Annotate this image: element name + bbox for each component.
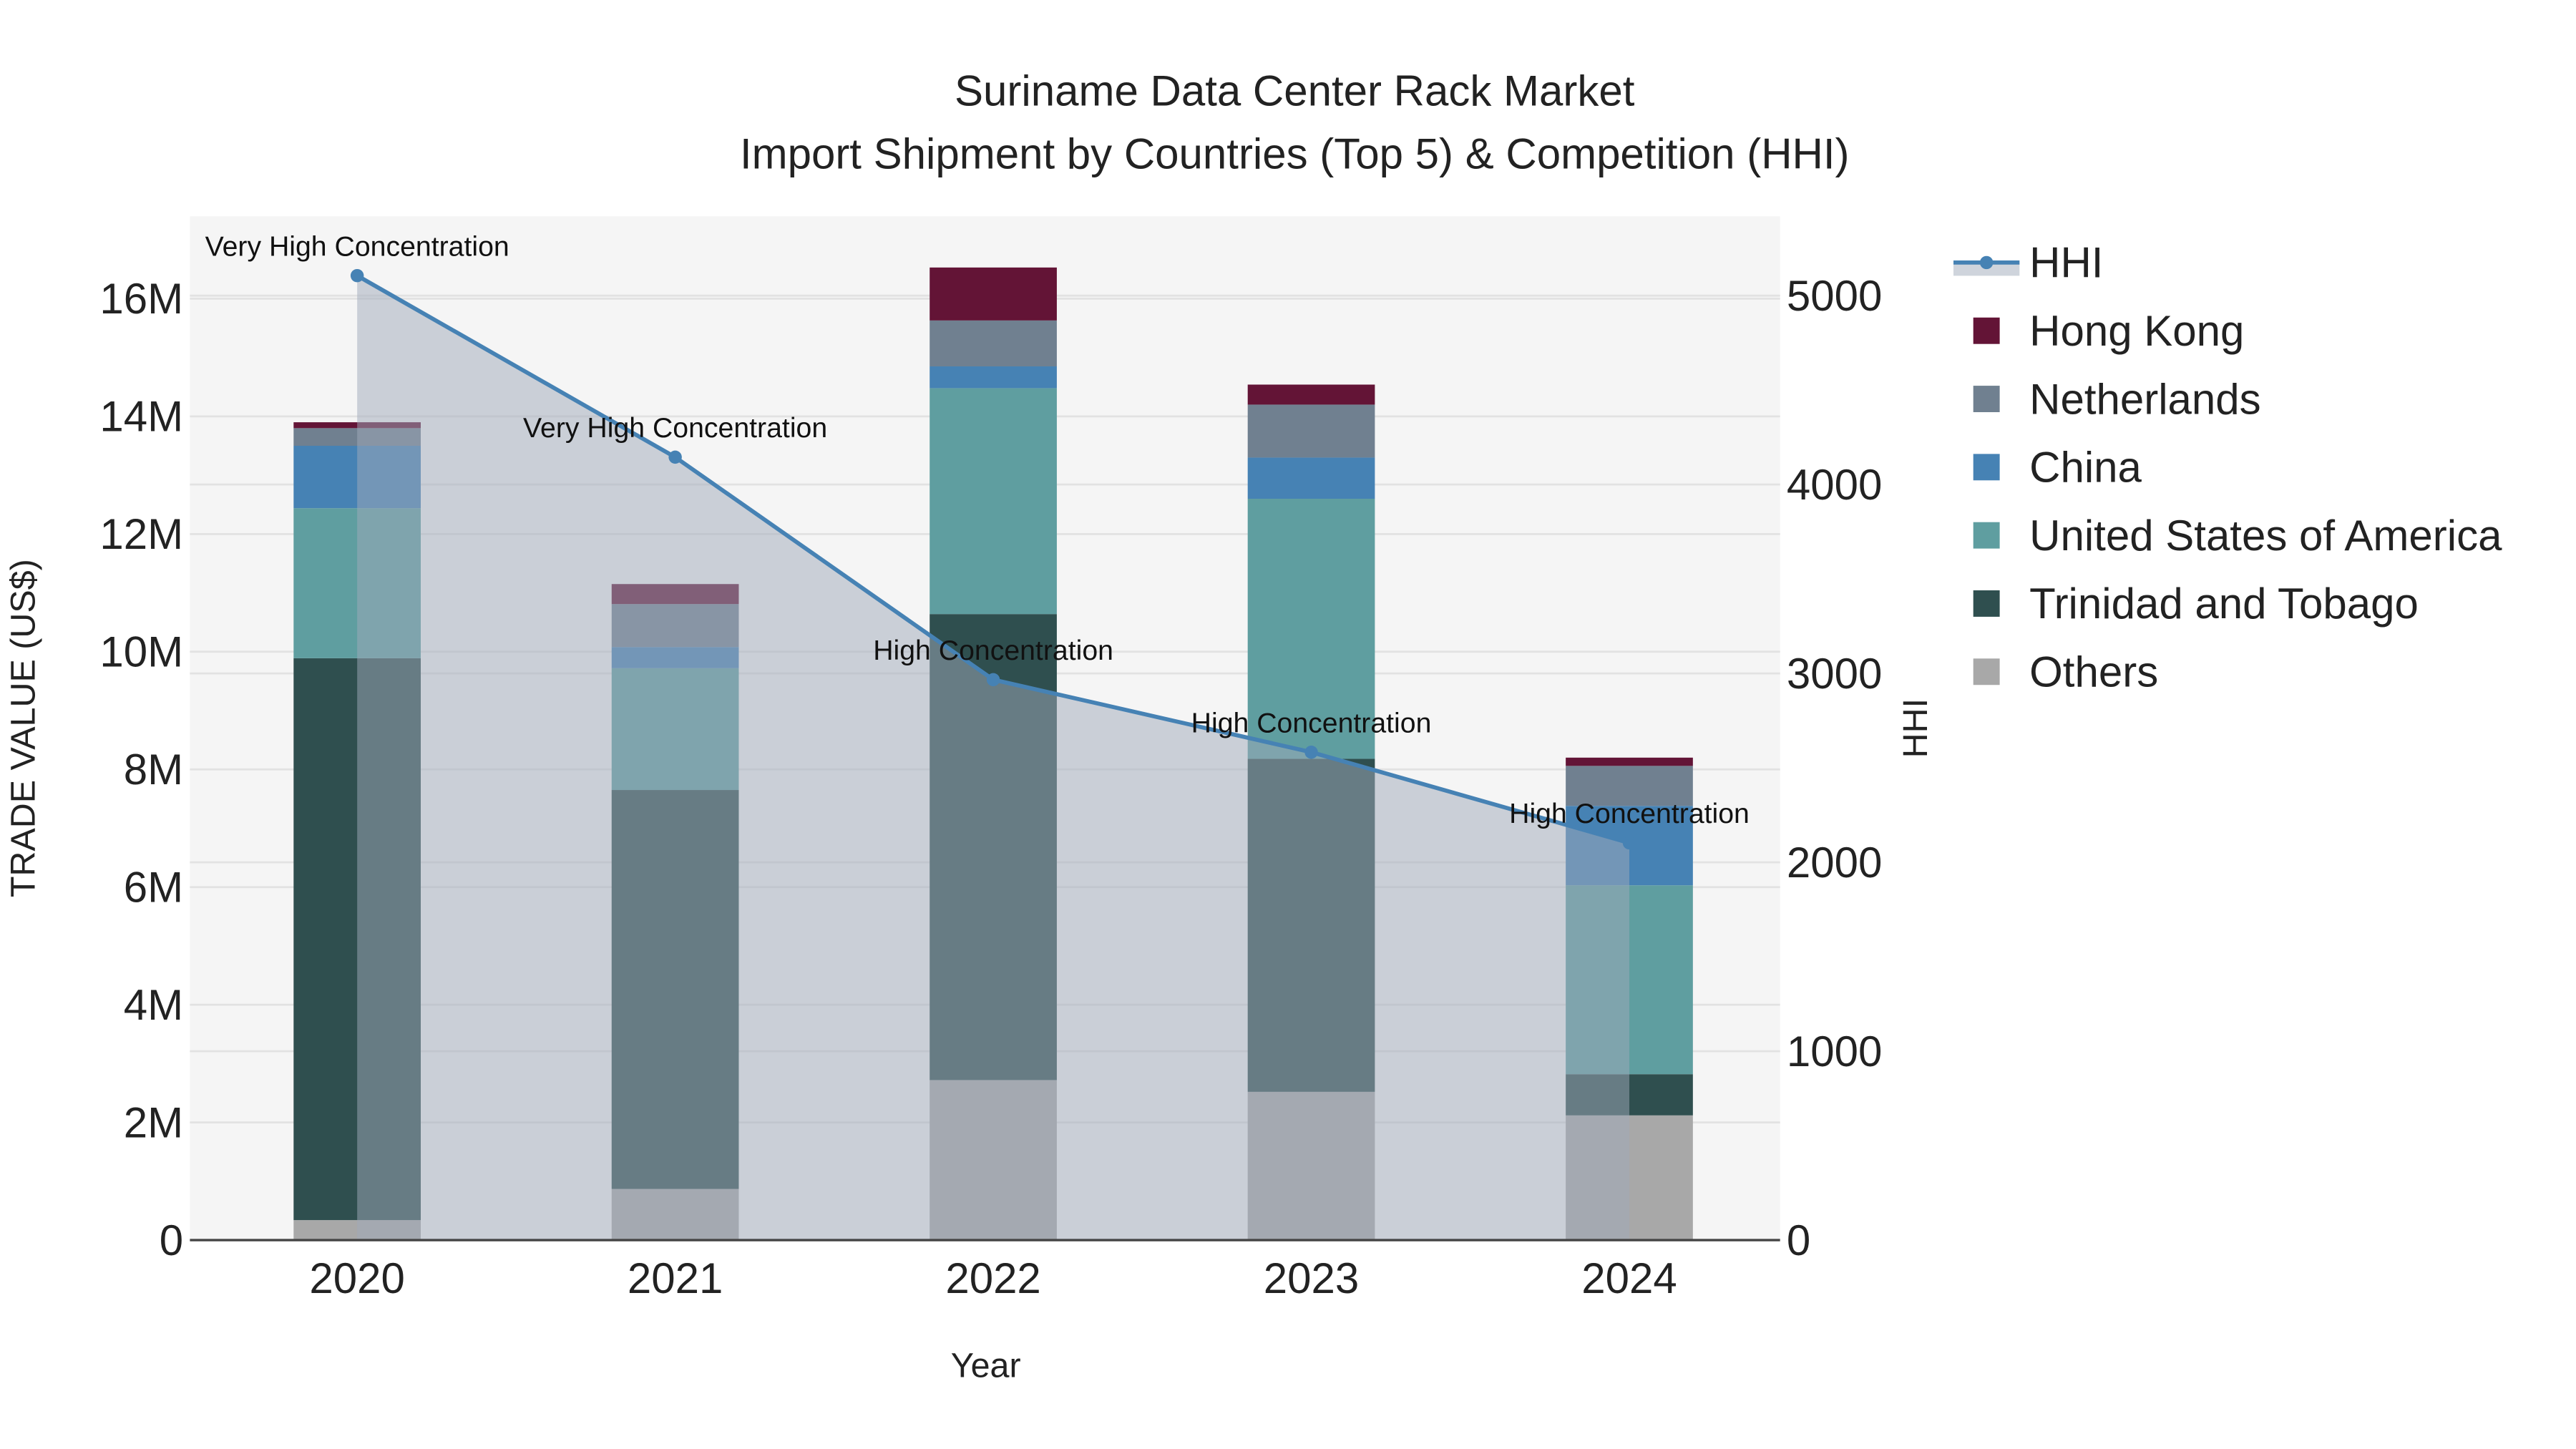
legend-label: Netherlands bbox=[2029, 375, 2261, 423]
hhi-annotation: Very High Concentration bbox=[523, 412, 827, 444]
hhi-point bbox=[1622, 836, 1636, 850]
hhi-point bbox=[350, 268, 364, 283]
legend-swatch-others bbox=[1973, 658, 2000, 686]
legend-label: Others bbox=[2029, 648, 2158, 696]
hhi-annotation: High Concentration bbox=[1191, 708, 1432, 739]
legend-label: Trinidad and Tobago bbox=[2029, 580, 2419, 628]
hhi-point bbox=[668, 450, 682, 464]
x-tick-label: 2023 bbox=[1264, 1254, 1359, 1302]
y-tick-label: 6M bbox=[124, 863, 183, 911]
chart-title-line1: Suriname Data Center Rack Market bbox=[955, 67, 1635, 115]
y2-tick-label: 5000 bbox=[1787, 272, 1882, 320]
y2-tick-label: 2000 bbox=[1787, 839, 1882, 887]
x-tick-label: 2021 bbox=[628, 1254, 723, 1302]
x-tick-label: 2022 bbox=[945, 1254, 1040, 1302]
hhi-annotation: High Concentration bbox=[1509, 798, 1750, 829]
y2-tick-label: 3000 bbox=[1787, 650, 1882, 698]
hhi-annotation: High Concentration bbox=[873, 635, 1113, 666]
y-tick-label: 16M bbox=[99, 275, 183, 323]
y-tick-label: 8M bbox=[124, 746, 183, 794]
hhi-annotation: Very High Concentration bbox=[205, 231, 509, 263]
bar-china bbox=[1247, 457, 1375, 499]
legend-label: HHI bbox=[2029, 239, 2103, 287]
bar-netherlands bbox=[1247, 404, 1375, 458]
y2-tick-label: 1000 bbox=[1787, 1028, 1882, 1075]
bar-hong-kong bbox=[1566, 757, 1693, 766]
y-axis-title: TRADE VALUE (US$) bbox=[4, 559, 42, 897]
legend-marker-hhi bbox=[1979, 255, 1994, 270]
bar-netherlands bbox=[930, 320, 1057, 366]
y-tick-label: 14M bbox=[99, 393, 183, 441]
y-tick-label: 10M bbox=[99, 628, 183, 676]
x-axis-title: Year bbox=[951, 1347, 1021, 1385]
y-tick-label: 12M bbox=[99, 510, 183, 558]
x-tick-label: 2020 bbox=[309, 1254, 404, 1302]
legend-swatch-trinidad-and-tobago bbox=[1973, 590, 2000, 617]
legend-label: China bbox=[2029, 444, 2142, 492]
legend-swatch-united-states-of-america bbox=[1973, 522, 2000, 549]
bar-china bbox=[930, 366, 1057, 389]
legend: HHI Hong Kong Netherlands China United State… bbox=[1953, 239, 2502, 696]
legend-swatch-china bbox=[1973, 454, 2000, 481]
chart: Suriname Data Center Rack Market Import … bbox=[4, 67, 2502, 1385]
bar-united-states-of-america bbox=[930, 388, 1057, 615]
hhi-point bbox=[1304, 745, 1318, 759]
bar-hong-kong bbox=[930, 267, 1057, 321]
y2-axis-title: HHI bbox=[1896, 698, 1935, 758]
y2-tick-label: 0 bbox=[1787, 1216, 1810, 1264]
bar-hong-kong bbox=[1247, 384, 1375, 405]
legend-swatch-netherlands bbox=[1973, 386, 2000, 412]
hhi-point bbox=[986, 673, 1000, 687]
legend-label: Hong Kong bbox=[2029, 307, 2244, 355]
x-tick-label: 2024 bbox=[1581, 1254, 1677, 1302]
y-tick-label: 0 bbox=[160, 1216, 183, 1264]
legend-label: United States of America bbox=[2029, 512, 2502, 560]
y-tick-label: 2M bbox=[124, 1098, 183, 1146]
y2-tick-label: 4000 bbox=[1787, 461, 1882, 509]
legend-swatch-hong-kong bbox=[1973, 317, 2000, 344]
chart-title-line2: Import Shipment by Countries (Top 5) & C… bbox=[740, 130, 1850, 177]
y-tick-label: 4M bbox=[124, 981, 183, 1029]
